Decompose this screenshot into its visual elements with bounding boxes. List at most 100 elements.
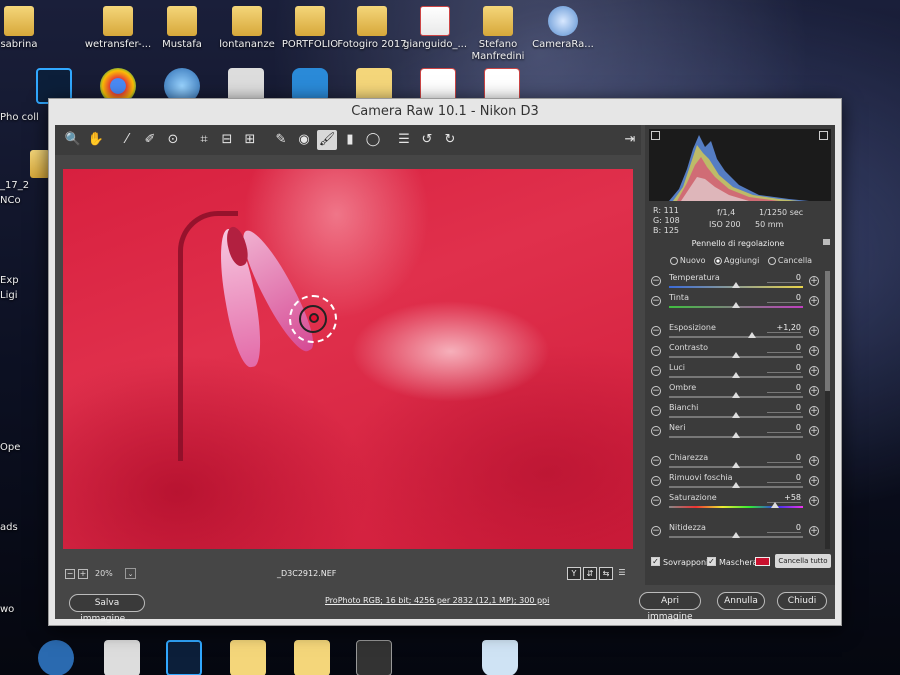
zoom-in-button[interactable]: + xyxy=(78,569,88,579)
increase-icon[interactable]: + xyxy=(809,296,819,306)
folder-icon[interactable] xyxy=(294,640,330,675)
slider-value[interactable]: 0 xyxy=(767,523,801,533)
slider-knob[interactable] xyxy=(732,412,740,418)
desktop-icon-left[interactable]: Ope xyxy=(0,442,50,453)
mask-checkbox[interactable]: ✓ xyxy=(707,557,716,566)
desktop-icon[interactable]: gianguido_... xyxy=(400,6,470,51)
slider-knob[interactable] xyxy=(732,372,740,378)
rotate-ccw-icon[interactable]: ↺ xyxy=(417,130,437,150)
overlay-checkbox[interactable]: ✓ xyxy=(651,557,660,566)
decrease-icon[interactable]: − xyxy=(651,346,661,356)
mask-color-swatch[interactable] xyxy=(755,557,770,566)
slider-knob[interactable] xyxy=(732,282,740,288)
slider-knob[interactable] xyxy=(770,502,779,508)
erase-mode-radio[interactable] xyxy=(767,256,776,265)
slider-knob[interactable] xyxy=(732,392,740,398)
slider-knob[interactable] xyxy=(732,432,740,438)
slider-value[interactable]: 0 xyxy=(767,343,801,353)
increase-icon[interactable]: + xyxy=(809,496,819,506)
rotate-cw-icon[interactable]: ↻ xyxy=(440,130,460,150)
zoom-icon[interactable]: 🔍 xyxy=(63,130,83,150)
slider-knob[interactable] xyxy=(732,462,740,468)
slider-value[interactable]: 0 xyxy=(767,293,801,303)
highlight-clipping-indicator[interactable] xyxy=(819,131,828,140)
slider-value[interactable]: 0 xyxy=(767,403,801,413)
increase-icon[interactable]: + xyxy=(809,426,819,436)
desktop-icon[interactable]: Stefano Manfredini xyxy=(463,6,533,63)
desktop-icon-left[interactable]: NCo xyxy=(0,195,50,206)
folder-icon[interactable] xyxy=(230,640,266,675)
slider-value[interactable]: +1,20 xyxy=(767,323,801,333)
red-eye-icon[interactable]: ◉ xyxy=(294,130,314,150)
decrease-icon[interactable]: − xyxy=(651,476,661,486)
decrease-icon[interactable]: − xyxy=(651,406,661,416)
decrease-icon[interactable]: − xyxy=(651,296,661,306)
zoom-dropdown[interactable]: ⌄ xyxy=(125,568,136,579)
hand-icon[interactable]: ✋ xyxy=(86,130,106,150)
desktop-icon-left[interactable]: Pho coll xyxy=(0,112,50,123)
panel-menu-icon[interactable] xyxy=(823,239,830,245)
slider-value[interactable]: 0 xyxy=(767,473,801,483)
slider-knob[interactable] xyxy=(732,302,740,308)
increase-icon[interactable]: + xyxy=(809,346,819,356)
decrease-icon[interactable]: − xyxy=(651,276,661,286)
image-preview[interactable] xyxy=(63,169,633,549)
desktop-icon-left[interactable]: ads xyxy=(0,522,50,533)
increase-icon[interactable]: + xyxy=(809,366,819,376)
increase-icon[interactable]: + xyxy=(809,526,819,536)
view-toggle-button[interactable]: Y xyxy=(567,567,581,580)
slider-track[interactable] xyxy=(669,506,803,508)
slider-knob[interactable] xyxy=(732,482,740,488)
decrease-icon[interactable]: − xyxy=(651,456,661,466)
slider-value[interactable]: 0 xyxy=(767,423,801,433)
slider-value[interactable]: 0 xyxy=(767,453,801,463)
targeted-adjustment-icon[interactable]: ⊙ xyxy=(163,130,183,150)
spot-removal-icon[interactable]: ✎ xyxy=(271,130,291,150)
view-copy-button[interactable]: ⇆ xyxy=(599,567,613,580)
increase-icon[interactable]: + xyxy=(809,326,819,336)
slider-value[interactable]: 0 xyxy=(767,363,801,373)
slider-value[interactable]: 0 xyxy=(767,273,801,283)
save-image-button[interactable]: Salva immagine... xyxy=(69,594,145,624)
adjustment-brush-icon[interactable]: 🖌 xyxy=(317,130,337,150)
increase-icon[interactable]: + xyxy=(809,406,819,416)
open-image-button[interactable]: Apri immagine xyxy=(639,592,701,622)
increase-icon[interactable]: + xyxy=(809,276,819,286)
desktop-icon[interactable]: Mustafa xyxy=(147,6,217,51)
transform-icon[interactable]: ⊞ xyxy=(240,130,260,150)
psd-icon[interactable] xyxy=(166,640,202,675)
done-button[interactable]: Chiudi xyxy=(777,592,827,610)
view-settings-button[interactable]: ☰ xyxy=(615,567,629,580)
desktop-icon[interactable]: sabrina xyxy=(0,6,54,51)
desktop-icon[interactable]: Fotogiro 2017 xyxy=(337,6,407,51)
decrease-icon[interactable]: − xyxy=(651,386,661,396)
decrease-icon[interactable]: − xyxy=(651,366,661,376)
desktop-icon-left[interactable]: Ligi xyxy=(0,290,50,301)
graduated-filter-icon[interactable]: ▮ xyxy=(340,130,360,150)
decrease-icon[interactable]: − xyxy=(651,326,661,336)
slider-knob[interactable] xyxy=(748,332,757,338)
preferences-icon[interactable]: ☰ xyxy=(394,130,414,150)
desktop-icon[interactable]: lontananze xyxy=(212,6,282,51)
add-mode-radio[interactable] xyxy=(714,256,723,265)
radial-filter-icon[interactable]: ◯ xyxy=(363,130,383,150)
slider-knob[interactable] xyxy=(732,532,740,538)
panel-scrollbar[interactable] xyxy=(825,271,830,549)
help-icon[interactable] xyxy=(38,640,74,675)
slider-knob[interactable] xyxy=(732,352,740,358)
slider-value[interactable]: 0 xyxy=(767,383,801,393)
workflow-options-link[interactable]: ProPhoto RGB; 16 bit; 4256 per 2832 (12,… xyxy=(325,596,549,605)
scrollbar-thumb[interactable] xyxy=(825,271,830,391)
recycle-bin-icon[interactable] xyxy=(482,640,518,675)
document-icon[interactable] xyxy=(104,640,140,675)
zoom-out-button[interactable]: − xyxy=(65,569,75,579)
shadow-clipping-indicator[interactable] xyxy=(651,131,660,140)
increase-icon[interactable]: + xyxy=(809,476,819,486)
exit-fullscreen-icon[interactable]: ⇥ xyxy=(621,131,639,149)
decrease-icon[interactable]: − xyxy=(651,426,661,436)
desktop-icon-left[interactable]: wo xyxy=(0,604,50,615)
decrease-icon[interactable]: − xyxy=(651,496,661,506)
view-swap-button[interactable]: ⇵ xyxy=(583,567,597,580)
cancel-button[interactable]: Annulla xyxy=(717,592,765,610)
calculator-icon[interactable] xyxy=(356,640,392,675)
